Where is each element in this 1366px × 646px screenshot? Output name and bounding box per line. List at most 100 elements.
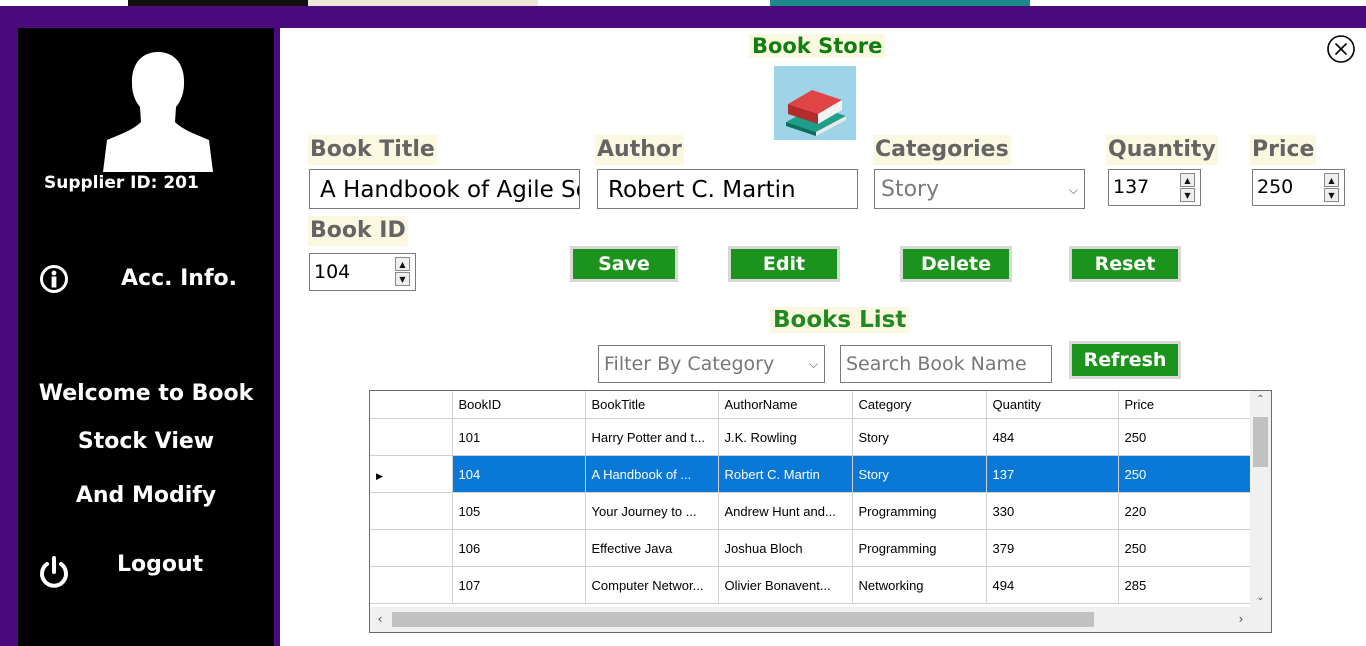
chevron-up-icon[interactable]: ⌃: [1250, 391, 1271, 409]
chevron-down-icon[interactable]: ▼: [395, 272, 410, 286]
table-row[interactable]: 106 Effective Java Joshua Bloch Programm…: [370, 529, 1251, 567]
cell-category[interactable]: Story: [852, 455, 987, 493]
cell-quantity[interactable]: 494: [986, 566, 1119, 604]
chevron-down-icon[interactable]: ⌵: [809, 357, 818, 372]
books-table[interactable]: BookID BookTitle AuthorName Category Qua…: [369, 390, 1272, 633]
scrollbar-thumb[interactable]: [392, 612, 1094, 627]
table-row[interactable]: ▶ 104 A Handbook of ... Robert C. Martin…: [370, 455, 1251, 493]
close-circle-icon[interactable]: [1326, 34, 1356, 64]
reset-button[interactable]: Reset: [1069, 246, 1181, 282]
chevron-up-icon[interactable]: ▲: [1324, 173, 1339, 187]
save-button[interactable]: Save: [570, 246, 678, 282]
welcome-line: And Modify: [75, 483, 217, 508]
chevron-down-icon[interactable]: ▼: [1324, 188, 1339, 202]
main-panel: Book Store Book Title Author Categories …: [280, 28, 1366, 646]
cell-book-id[interactable]: 107: [452, 566, 586, 604]
vertical-scrollbar[interactable]: ⌃ ⌄: [1250, 391, 1271, 607]
cell-book-id[interactable]: 106: [452, 529, 586, 567]
logout-link[interactable]: Logout: [117, 552, 203, 577]
cell-price[interactable]: 220: [1118, 492, 1251, 530]
user-avatar-icon: [103, 52, 213, 172]
edit-button[interactable]: Edit: [728, 246, 840, 282]
stepper-arrows[interactable]: ▲ ▼: [1180, 173, 1195, 203]
book-id-stepper[interactable]: 104 ▲ ▼: [309, 253, 416, 291]
quantity-label: Quantity: [1106, 135, 1218, 165]
table-row[interactable]: 107 Computer Networ... Olivier Bonavent.…: [370, 566, 1251, 604]
sidebar: Supplier ID: 201 Acc. Info. Welcome to B…: [18, 28, 274, 646]
row-header-cell[interactable]: [370, 566, 453, 604]
books-icon: [774, 66, 856, 140]
cell-author[interactable]: Olivier Bonavent...: [718, 566, 853, 604]
filter-category-select[interactable]: Filter By Category ⌵: [598, 345, 825, 383]
cell-price[interactable]: 250: [1118, 418, 1251, 456]
cell-book-title[interactable]: Effective Java: [585, 529, 719, 567]
cell-quantity[interactable]: 330: [986, 492, 1119, 530]
cell-author[interactable]: J.K. Rowling: [718, 418, 853, 456]
cell-author[interactable]: Robert C. Martin: [718, 455, 853, 493]
selected-row-indicator-icon: ▶: [376, 470, 383, 481]
cell-category[interactable]: Programming: [852, 529, 987, 567]
delete-button[interactable]: Delete: [900, 246, 1012, 282]
power-icon[interactable]: [37, 555, 71, 591]
cell-price[interactable]: 250: [1118, 455, 1251, 493]
strip-segment: [770, 0, 1030, 6]
horizontal-scrollbar[interactable]: ‹ ›: [370, 607, 1251, 632]
column-header[interactable]: BookTitle: [585, 391, 719, 419]
chevron-down-icon[interactable]: ⌵: [1069, 183, 1078, 198]
account-info-link[interactable]: Acc. Info.: [121, 266, 237, 291]
cell-book-id[interactable]: 104: [452, 455, 586, 493]
chevron-up-icon[interactable]: ▲: [395, 257, 410, 271]
column-header[interactable]: AuthorName: [718, 391, 853, 419]
strip-segment: [308, 0, 538, 6]
book-title-input[interactable]: A Handbook of Agile Software Craftsmansh…: [309, 169, 580, 209]
column-header[interactable]: BookID: [452, 391, 586, 419]
price-value: 250: [1257, 176, 1294, 198]
stepper-arrows[interactable]: ▲ ▼: [395, 257, 410, 287]
strip-segment: [128, 0, 308, 6]
search-placeholder: Search Book Name: [846, 353, 1027, 375]
row-header-cell[interactable]: ▶: [370, 455, 453, 493]
quantity-stepper[interactable]: 137 ▲ ▼: [1108, 169, 1201, 206]
chevron-down-icon[interactable]: ⌄: [1250, 589, 1271, 607]
stepper-arrows[interactable]: ▲ ▼: [1324, 173, 1339, 203]
cell-price[interactable]: 250: [1118, 529, 1251, 567]
row-header-cell[interactable]: [370, 529, 453, 567]
column-header[interactable]: Category: [852, 391, 987, 419]
table-row[interactable]: 101 Harry Potter and t... J.K. Rowling S…: [370, 418, 1251, 456]
scrollbar-corner: [1250, 607, 1271, 632]
column-header[interactable]: Price: [1118, 391, 1251, 419]
table-row[interactable]: 105 Your Journey to ... Andrew Hunt and.…: [370, 492, 1251, 530]
row-header-cell[interactable]: [370, 418, 453, 456]
cell-book-title[interactable]: Your Journey to ...: [585, 492, 719, 530]
cell-category[interactable]: Networking: [852, 566, 987, 604]
chevron-left-icon[interactable]: ‹: [370, 607, 390, 632]
cell-quantity[interactable]: 379: [986, 529, 1119, 567]
author-label: Author: [595, 135, 684, 165]
books-list-title: Books List: [770, 307, 910, 333]
cell-quantity[interactable]: 137: [986, 455, 1119, 493]
column-header[interactable]: Quantity: [986, 391, 1119, 419]
author-input[interactable]: Robert C. Martin: [597, 169, 858, 209]
row-header-cell[interactable]: [370, 492, 453, 530]
cell-category[interactable]: Programming: [852, 492, 987, 530]
cell-book-id[interactable]: 101: [452, 418, 586, 456]
price-stepper[interactable]: 250 ▲ ▼: [1252, 169, 1345, 206]
chevron-right-icon[interactable]: ›: [1231, 607, 1251, 632]
cell-author[interactable]: Joshua Bloch: [718, 529, 853, 567]
cell-book-title[interactable]: Computer Networ...: [585, 566, 719, 604]
chevron-down-icon[interactable]: ▼: [1180, 188, 1195, 202]
cell-author[interactable]: Andrew Hunt and...: [718, 492, 853, 530]
categories-label: Categories: [873, 135, 1011, 165]
chevron-up-icon[interactable]: ▲: [1180, 173, 1195, 187]
scrollbar-thumb[interactable]: [1253, 417, 1268, 467]
cell-quantity[interactable]: 484: [986, 418, 1119, 456]
cell-book-id[interactable]: 105: [452, 492, 586, 530]
cell-book-title[interactable]: A Handbook of ...: [585, 455, 719, 493]
cell-price[interactable]: 285: [1118, 566, 1251, 604]
categories-select[interactable]: Story ⌵: [874, 169, 1085, 209]
cell-category[interactable]: Story: [852, 418, 987, 456]
cell-book-title[interactable]: Harry Potter and t...: [585, 418, 719, 456]
info-icon[interactable]: [39, 264, 69, 294]
search-book-input[interactable]: Search Book Name: [840, 345, 1052, 383]
refresh-button[interactable]: Refresh: [1069, 341, 1181, 379]
